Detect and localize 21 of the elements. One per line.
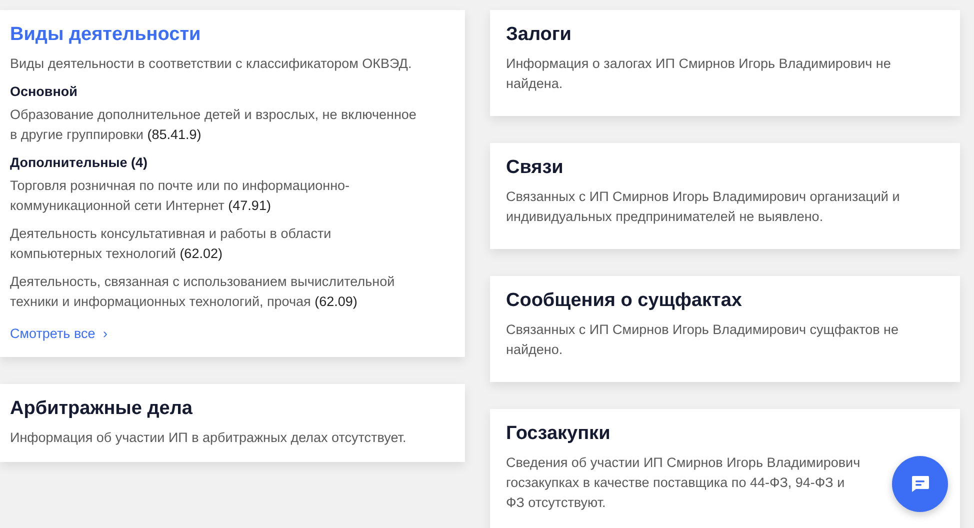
- see-all-link[interactable]: Смотреть все ›: [10, 326, 108, 341]
- card-title: Связи: [506, 157, 564, 179]
- description-line: Сведения об участии ИП Смирнов Игорь Владимирович: [506, 454, 860, 472]
- card-title[interactable]: Виды деятельности: [10, 24, 425, 46]
- card-description: Виды деятельности в соответствии с классификатором ОКВЭД.: [10, 55, 413, 73]
- section-heading: Основной: [10, 84, 78, 99]
- card-description: Информация об участии ИП в арбитражных делах отсутствует.: [10, 429, 408, 447]
- card-description: Информация о залогах ИП Смирнов Игорь Владимирович не найдена.: [506, 55, 892, 93]
- activity-item: Деятельность консультативная и работы в области компьютерных технологий (62.02): [10, 225, 332, 263]
- card-title: Залоги: [506, 24, 572, 46]
- card-description: Связанных с ИП Смирнов Игорь Владимирович сущфактов не найдено.: [506, 321, 900, 359]
- card-title: Госзакупки: [506, 423, 612, 445]
- description-line: ФЗ отсутствуют.: [506, 494, 606, 512]
- activity-item: Образование дополнительное детей и взрослых, не включенное в другие группировки (85.41.9): [10, 106, 418, 144]
- card-description: Связанных с ИП Смирнов Игорь Владимирович организаций и индивидуальных предпринимателей не выявлено.: [506, 188, 901, 226]
- description-line: госзакупках в качестве поставщика по 44-ФЗ, 94-ФЗ и: [506, 474, 845, 492]
- section-heading: Дополнительные (4): [10, 155, 149, 170]
- card-title: Арбитражные дела: [10, 398, 194, 420]
- activity-item: Торговля розничная по почте или по информационно-коммуникационной сети Интернет (47.91): [10, 177, 351, 215]
- card-title: Сообщения о сущфактах: [506, 290, 743, 312]
- activity-item: Деятельность, связанная с использованием вычислительной техники и информационных технологий, прочая (62.09): [10, 273, 396, 311]
